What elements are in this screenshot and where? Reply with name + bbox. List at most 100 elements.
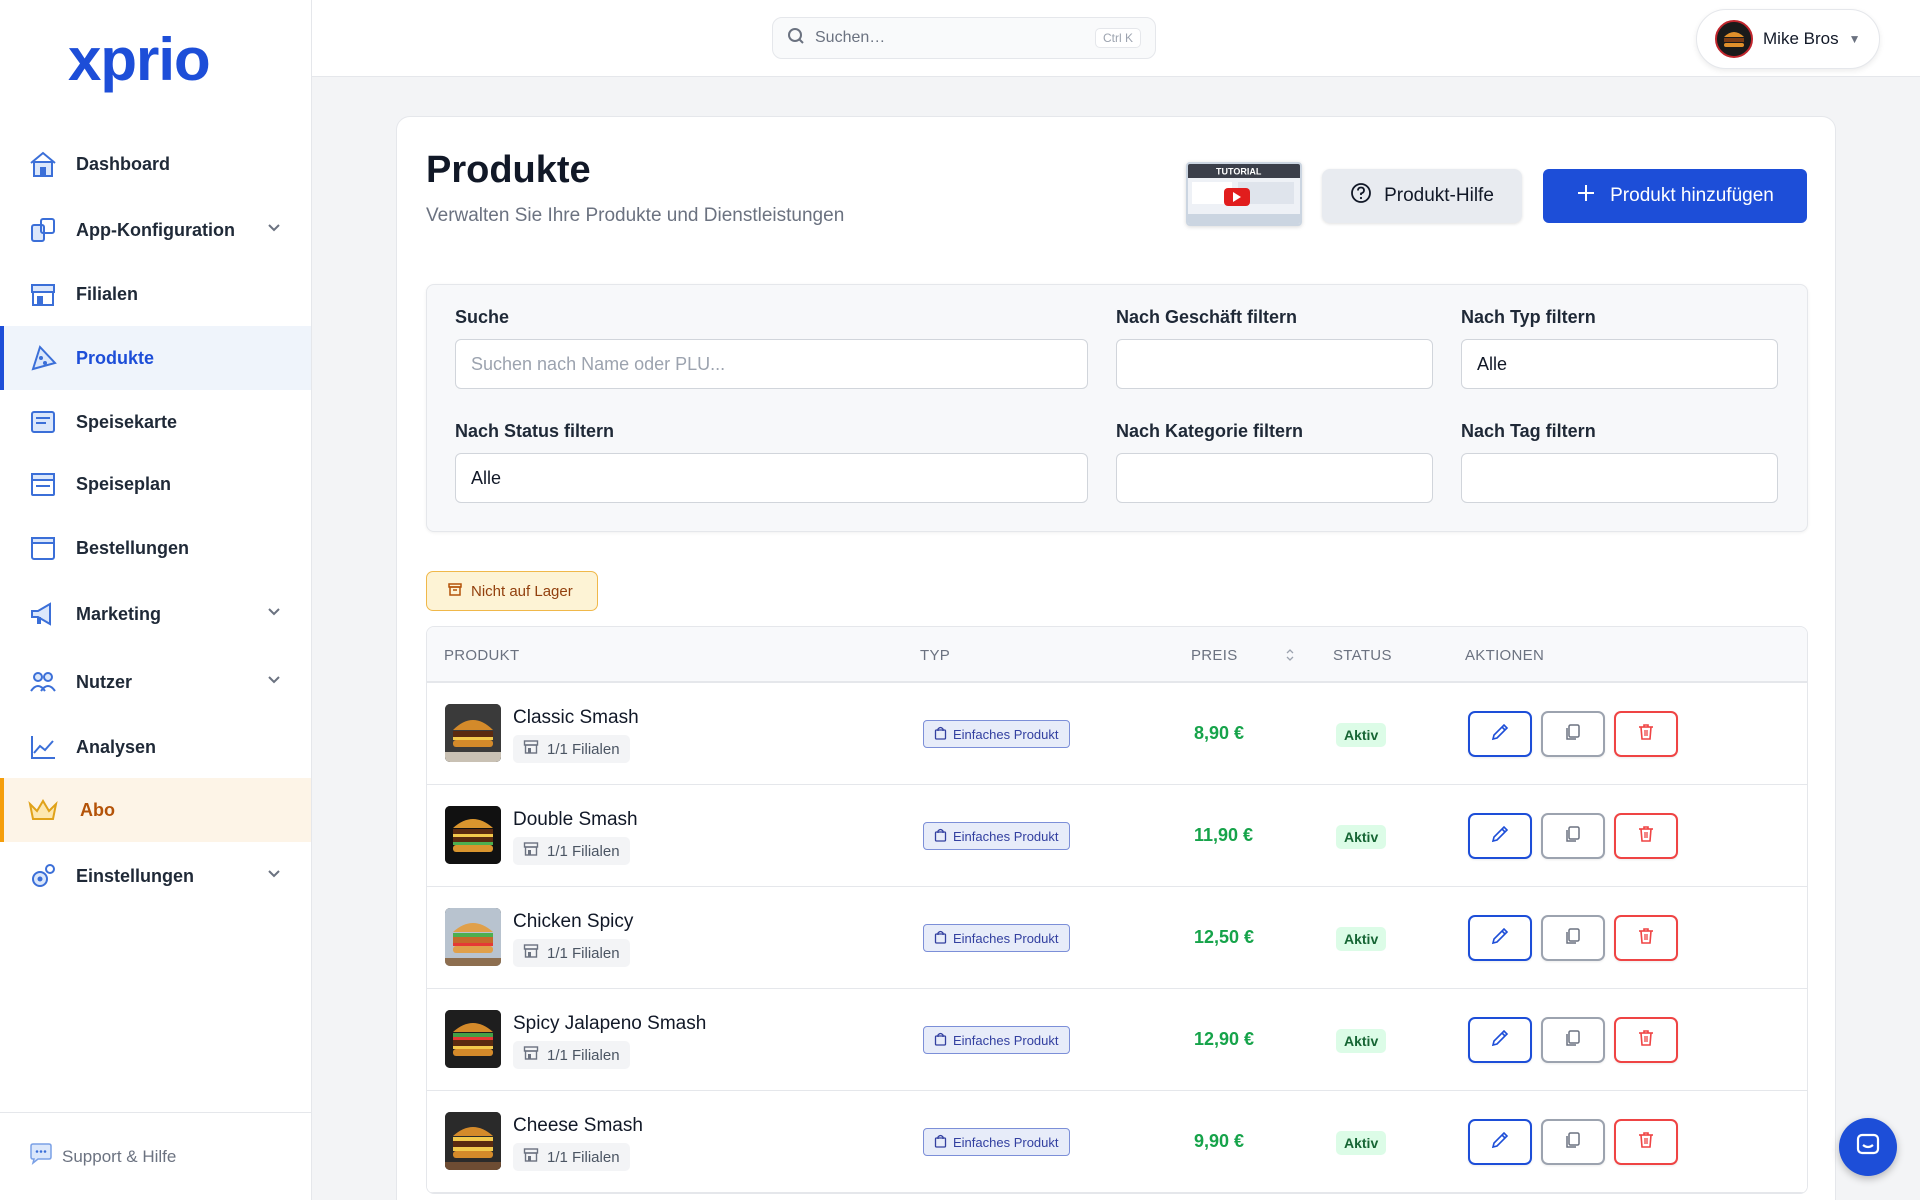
pencil-icon <box>1490 1028 1510 1053</box>
product-help-button[interactable]: Produkt-Hilfe <box>1322 169 1522 223</box>
user-menu[interactable]: Mike Bros ▼ <box>1696 9 1880 69</box>
duplicate-button[interactable] <box>1541 711 1605 757</box>
copy-icon <box>1563 926 1583 951</box>
trash-icon <box>1636 1130 1656 1155</box>
product-image <box>445 908 501 966</box>
store-icon <box>523 841 539 861</box>
product-name[interactable]: Chicken Spicy <box>513 911 633 933</box>
sidebar-item-label: Filialen <box>76 283 139 304</box>
products-card: Produkte Verwalten Sie Ihre Produkte und… <box>396 116 1836 1200</box>
stores-badge: 1/1 Filialen <box>513 837 630 865</box>
sidebar-item-speisekarte[interactable]: Speisekarte <box>0 390 311 454</box>
sidebar: xprio Dashboard App-Konfiguration Filial… <box>0 0 312 1200</box>
copy-icon <box>1563 1028 1583 1053</box>
product-name[interactable]: Classic Smash <box>513 707 639 729</box>
delete-button[interactable] <box>1614 711 1678 757</box>
svg-text:xprio: xprio <box>68 32 210 93</box>
chevron-down-icon <box>267 604 281 622</box>
column-header-price[interactable]: Preis <box>1191 647 1238 664</box>
menu-card-icon <box>26 405 60 439</box>
product-name[interactable]: Double Smash <box>513 809 638 831</box>
sidebar-item-einstellungen[interactable]: Einstellungen <box>0 844 311 908</box>
caret-down-icon: ▼ <box>1848 32 1861 46</box>
edit-button[interactable] <box>1468 915 1532 961</box>
product-image <box>445 1010 501 1068</box>
product-name[interactable]: Cheese Smash <box>513 1115 643 1137</box>
xprio-logo[interactable]: xprio <box>68 26 244 103</box>
shopping-bag-icon <box>934 726 947 743</box>
topbar: Suchen… Ctrl K Mike Bros ▼ <box>312 0 1920 77</box>
stores-badge: 1/1 Filialen <box>513 1143 630 1171</box>
sidebar-item-bestellungen[interactable]: Bestellungen <box>0 516 311 580</box>
delete-button[interactable] <box>1614 1017 1678 1063</box>
product-image <box>445 704 501 762</box>
avatar <box>1715 20 1753 58</box>
sidebar-item-speiseplan[interactable]: Speiseplan <box>0 452 311 516</box>
column-header-type[interactable]: Typ <box>920 647 950 664</box>
table-row: Double Smash 1/1 Filialen Einfaches Prod… <box>427 785 1807 887</box>
tag-filter-select[interactable] <box>1461 453 1778 503</box>
category-filter-select[interactable] <box>1116 453 1433 503</box>
sidebar-item-filialen[interactable]: Filialen <box>0 262 311 326</box>
help-button-label: Produkt-Hilfe <box>1384 185 1494 206</box>
column-header-product[interactable]: Produkt <box>444 647 519 664</box>
duplicate-button[interactable] <box>1541 915 1605 961</box>
product-search-input[interactable]: Suchen nach Name oder PLU... <box>455 339 1088 389</box>
duplicate-button[interactable] <box>1541 1119 1605 1165</box>
tutorial-video-thumbnail[interactable]: TUTORIAL <box>1186 162 1302 226</box>
sidebar-item-produkte[interactable]: Produkte <box>0 326 311 390</box>
status-badge: Aktiv <box>1336 1131 1387 1155</box>
product-name[interactable]: Spicy Jalapeno Smash <box>513 1013 706 1035</box>
support-link[interactable]: Support & Hilfe <box>0 1112 311 1200</box>
sidebar-item-marketing[interactable]: Marketing <box>0 582 311 646</box>
edit-button[interactable] <box>1468 813 1532 859</box>
delete-button[interactable] <box>1614 1119 1678 1165</box>
global-search-input[interactable]: Suchen… Ctrl K <box>772 17 1156 59</box>
pencil-icon <box>1490 824 1510 849</box>
product-type-label: Einfaches Produkt <box>953 1032 1059 1048</box>
trash-icon <box>1636 722 1656 747</box>
duplicate-button[interactable] <box>1541 813 1605 859</box>
status-filter-select[interactable]: Alle <box>455 453 1088 503</box>
chevron-down-icon <box>267 672 281 690</box>
edit-button[interactable] <box>1468 711 1532 757</box>
page-title: Produkte <box>426 149 591 191</box>
column-header-status: Status <box>1333 647 1392 664</box>
pencil-icon <box>1490 1130 1510 1155</box>
add-button-label: Produkt hinzufügen <box>1610 185 1774 206</box>
sidebar-item-app-konfiguration[interactable]: App-Konfiguration <box>0 198 311 262</box>
copy-icon <box>1563 722 1583 747</box>
chevron-down-icon <box>267 220 281 238</box>
sidebar-item-label: Speiseplan <box>76 473 172 494</box>
add-product-button[interactable]: Produkt hinzufügen <box>1543 169 1807 223</box>
product-price: 11,90 € <box>1194 825 1254 845</box>
sidebar-item-analysen[interactable]: Analysen <box>0 715 311 779</box>
edit-button[interactable] <box>1468 1119 1532 1165</box>
status-badge: Aktiv <box>1336 1029 1387 1053</box>
sidebar-item-abo[interactable]: Abo <box>0 778 311 842</box>
store-icon <box>523 739 539 759</box>
sort-icon[interactable] <box>1285 647 1295 668</box>
search-icon <box>787 27 805 50</box>
table-row: Cheese Smash 1/1 Filialen Einfaches Prod… <box>427 1091 1807 1193</box>
store-filter-select[interactable] <box>1116 339 1433 389</box>
delete-button[interactable] <box>1614 915 1678 961</box>
product-type-label: Einfaches Produkt <box>953 828 1059 844</box>
type-filter-select[interactable]: Alle <box>1461 339 1778 389</box>
chat-launcher-button[interactable] <box>1839 1118 1897 1176</box>
trash-icon <box>1636 824 1656 849</box>
edit-button[interactable] <box>1468 1017 1532 1063</box>
app-config-icon <box>26 213 60 247</box>
meal-plan-icon <box>26 467 60 501</box>
delete-button[interactable] <box>1614 813 1678 859</box>
duplicate-button[interactable] <box>1541 1017 1605 1063</box>
sidebar-item-dashboard[interactable]: Dashboard <box>0 132 311 196</box>
megaphone-icon <box>26 597 60 631</box>
search-filter-label: Suche <box>455 307 510 327</box>
tag-filter-label: Nach Tag filtern <box>1461 421 1596 441</box>
sidebar-item-nutzer[interactable]: Nutzer <box>0 650 311 714</box>
out-of-stock-filter-button[interactable]: Nicht auf Lager <box>426 571 598 611</box>
sidebar-item-label: Dashboard <box>76 153 171 174</box>
product-image <box>445 1112 501 1170</box>
table-row: Classic Smash 1/1 Filialen Einfaches Pro… <box>427 683 1807 785</box>
